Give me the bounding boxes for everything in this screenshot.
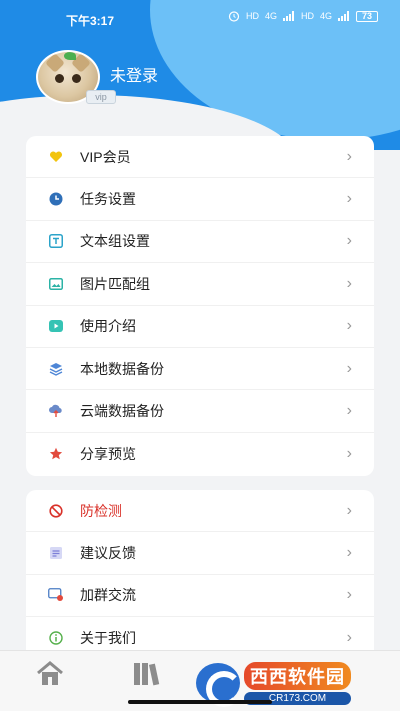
menu-card-secondary: 防检测 › 建议反馈 › 加群交流 › 关于我们 › <box>26 490 374 660</box>
menu-item-usage-intro[interactable]: 使用介绍 › <box>26 306 374 348</box>
signal-icon-2 <box>338 11 349 21</box>
text-box-icon <box>48 233 64 249</box>
chevron-right-icon: › <box>346 501 352 519</box>
chevron-right-icon: › <box>346 544 352 562</box>
menu-item-share-preview[interactable]: 分享预览 › <box>26 433 374 475</box>
menu-item-label: 使用介绍 <box>80 318 136 335</box>
watermark-logo-icon <box>196 663 242 707</box>
chevron-right-icon: › <box>346 444 352 462</box>
feedback-icon <box>48 545 64 561</box>
menu-item-join-group[interactable]: 加群交流 › <box>26 575 374 618</box>
menu-item-cloud-backup[interactable]: 云端数据备份 › <box>26 390 374 433</box>
signal-label-2: 4G <box>319 11 332 21</box>
menu-item-label: 云端数据备份 <box>80 403 164 420</box>
layers-icon <box>48 361 64 377</box>
heart-icon <box>48 149 64 165</box>
nav-library[interactable] <box>126 657 166 691</box>
avatar-eye-right <box>72 74 81 83</box>
hd-label-2: HD <box>300 11 314 21</box>
group-chat-icon <box>48 587 64 603</box>
menu-item-local-backup[interactable]: 本地数据备份 › <box>26 348 374 391</box>
chevron-right-icon: › <box>346 274 352 292</box>
status-time: 下午3:17 <box>66 14 115 28</box>
vip-badge: vip <box>86 90 116 104</box>
video-icon <box>48 318 64 334</box>
menu-item-label: 加群交流 <box>80 587 136 604</box>
avatar-ear-left <box>45 53 65 73</box>
menu-item-label: 建议反馈 <box>80 545 136 562</box>
home-icon <box>37 661 63 685</box>
chevron-right-icon: › <box>346 629 352 647</box>
menu-item-task-settings[interactable]: 任务设置 › <box>26 178 374 221</box>
chevron-right-icon: › <box>346 359 352 377</box>
menu-item-label: 文本组设置 <box>80 233 150 250</box>
forbidden-icon <box>48 503 64 519</box>
menu-item-text-group[interactable]: 文本组设置 › <box>26 221 374 264</box>
star-icon <box>48 446 64 462</box>
menu-item-label: 本地数据备份 <box>80 360 164 377</box>
cloud-upload-icon <box>48 403 64 419</box>
menu-item-label: 关于我们 <box>80 630 136 647</box>
image-icon <box>48 276 64 292</box>
menu-item-label: 任务设置 <box>80 191 136 208</box>
clock-icon <box>48 191 64 207</box>
watermark-text: 西西软件园 CR173.COM <box>244 661 351 705</box>
chevron-right-icon: › <box>346 232 352 250</box>
username[interactable]: 未登录 <box>110 62 158 86</box>
menu-item-label: 分享预览 <box>80 445 136 462</box>
chevron-right-icon: › <box>346 147 352 165</box>
menu-card-main: VIP会员 › 任务设置 › 文本组设置 › 图片匹配组 › 使用介绍 › 本地… <box>26 136 374 476</box>
chevron-right-icon: › <box>346 402 352 420</box>
library-icon <box>134 663 160 686</box>
menu-item-label: 图片匹配组 <box>80 275 150 292</box>
nav-home[interactable] <box>30 657 70 691</box>
info-icon <box>48 630 64 646</box>
menu-item-image-match[interactable]: 图片匹配组 › <box>26 263 374 306</box>
chevron-right-icon: › <box>346 586 352 604</box>
status-bar: 下午3:17 HD 4G HD 4G 73 <box>0 0 400 36</box>
home-indicator[interactable] <box>128 700 272 704</box>
chevron-right-icon: › <box>346 190 352 208</box>
signal-label-1: 4G <box>264 11 277 21</box>
hd-label-1: HD <box>245 11 259 21</box>
battery-icon: 73 <box>356 10 378 22</box>
menu-item-anti-detect[interactable]: 防检测 › <box>26 490 374 533</box>
menu-item-label: 防检测 <box>80 502 122 519</box>
signal-icon <box>282 11 294 21</box>
alarm-icon <box>228 11 240 22</box>
menu-item-vip[interactable]: VIP会员 › <box>26 136 374 179</box>
menu-item-label: VIP会员 <box>80 148 131 165</box>
chevron-right-icon: › <box>346 317 352 335</box>
status-icons: HD 4G HD 4G 73 <box>228 10 378 22</box>
avatar-leaf <box>64 52 76 60</box>
menu-item-feedback[interactable]: 建议反馈 › <box>26 532 374 575</box>
avatar-eye-left <box>55 74 64 83</box>
watermark-title: 西西软件园 <box>244 661 351 690</box>
